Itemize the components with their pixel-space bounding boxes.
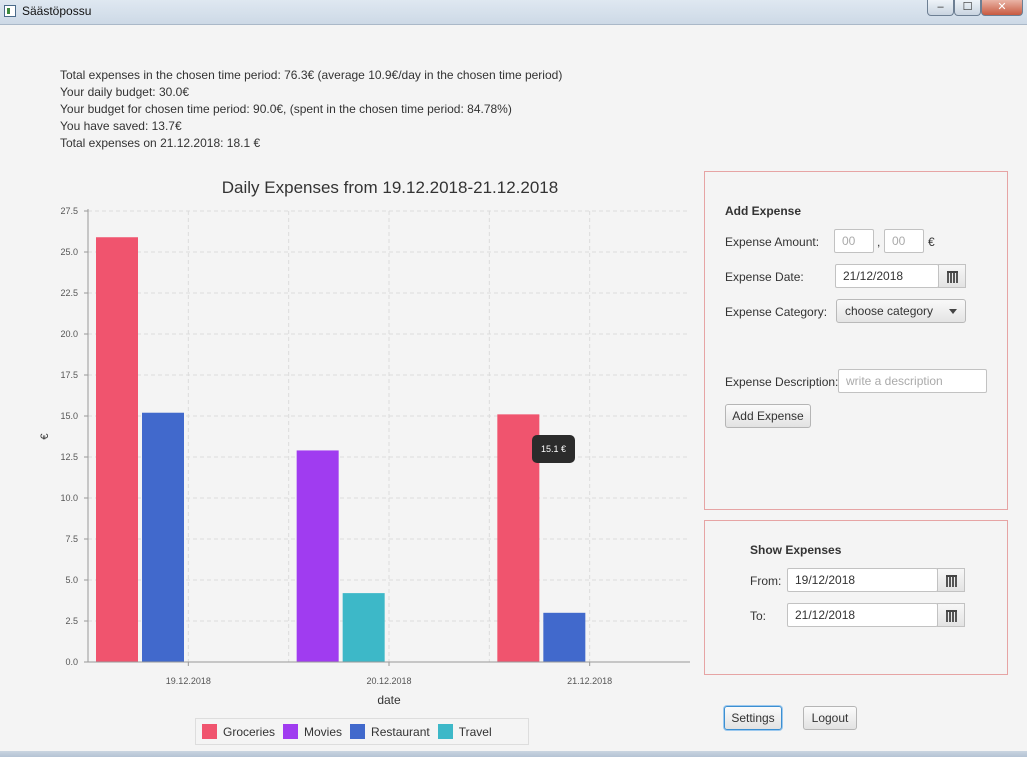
x-tick-label: 19.12.2018: [166, 676, 211, 686]
legend-label-restaurant: Restaurant: [371, 724, 430, 739]
bar-travel-20.12.2018: [342, 593, 385, 662]
legend-item-groceries: Groceries: [202, 724, 275, 739]
app-icon: [4, 5, 16, 17]
expense-description-input[interactable]: write a description: [838, 369, 987, 393]
window-title: Säästöpossu: [22, 4, 92, 18]
legend-item-travel: Travel: [437, 724, 492, 739]
from-date-picker-button[interactable]: [937, 568, 965, 592]
to-date-picker-button[interactable]: [937, 603, 965, 627]
settings-button[interactable]: Settings: [724, 706, 782, 730]
legend-swatch-restaurant: [350, 724, 366, 739]
legend-item-restaurant: Restaurant: [350, 724, 430, 739]
chart-title: Daily Expenses from 19.12.2018-21.12.201…: [221, 178, 559, 197]
summary-total-day: Total expenses on 21.12.2018: 18.1 €: [60, 136, 261, 150]
title-bar: Säästöpossu – ☐ ✕: [0, 0, 1027, 25]
legend-label-travel: Travel: [458, 724, 492, 739]
calendar-icon: [947, 271, 958, 283]
y-tick-label: 5.0: [65, 575, 78, 585]
expense-amount-label: Expense Amount:: [725, 235, 820, 249]
legend-label-groceries: Groceries: [223, 724, 276, 739]
y-tick-label: 22.5: [60, 288, 78, 298]
from-label: From:: [750, 574, 782, 588]
legend-label-movies: Movies: [304, 724, 343, 739]
expense-date-label: Expense Date:: [725, 270, 804, 284]
expense-summary: Total expenses in the chosen time period…: [60, 67, 562, 152]
add-expense-heading: Add Expense: [725, 204, 802, 218]
x-axis-label: date: [377, 693, 401, 707]
x-tick-label: 20.12.2018: [366, 676, 411, 686]
expense-date-picker-button[interactable]: [938, 264, 966, 288]
legend-swatch-groceries: [202, 724, 217, 739]
expense-category-label: Expense Category:: [725, 305, 828, 319]
y-tick-label: 10.0: [60, 493, 78, 503]
expense-category-select[interactable]: choose category: [836, 299, 966, 323]
legend-item-movies: Movies: [283, 724, 342, 739]
y-tick-label: 20.0: [60, 329, 78, 339]
bar-groceries-19.12.2018: [96, 237, 138, 663]
add-expense-button[interactable]: Add Expense: [725, 404, 811, 428]
y-tick-label: 7.5: [65, 534, 78, 544]
expense-category-value: choose category: [845, 304, 934, 318]
expense-date-input[interactable]: 21/12/2018: [835, 264, 939, 288]
show-expenses-heading: Show Expenses: [750, 543, 842, 557]
window-bottom-edge: [0, 751, 1027, 757]
y-tick-label: 25.0: [60, 247, 78, 257]
expense-amount-cents-input[interactable]: 00: [884, 229, 924, 253]
close-button[interactable]: ✕: [981, 0, 1023, 16]
summary-budget-period: Your budget for chosen time period: 90.0…: [60, 102, 512, 116]
bar-tooltip: 15.1 €: [532, 435, 575, 463]
expense-amount-whole-input[interactable]: 00: [834, 229, 874, 253]
expenses-bar-chart: 0.0 2.5 5.0 7.5 10.0 12.5 15.0 17.5 20.0 22.5 25.0…: [39, 206, 690, 707]
minimize-button[interactable]: –: [927, 0, 954, 16]
from-date-input[interactable]: 19/12/2018: [787, 568, 938, 592]
summary-daily-budget: Your daily budget: 30.0€: [60, 85, 189, 99]
maximize-button[interactable]: ☐: [954, 0, 981, 16]
to-date-input[interactable]: 21/12/2018: [787, 603, 938, 627]
summary-total-period: Total expenses in the chosen time period…: [60, 68, 563, 82]
calendar-icon: [946, 575, 957, 587]
x-tick-label: 21.12.2018: [567, 676, 612, 686]
chart-legend: Groceries Movies Restaurant Travel: [195, 718, 529, 745]
y-tick-label: 0.0: [65, 657, 78, 667]
y-tick-label: 15.0: [60, 411, 78, 421]
y-tick-label: 17.5: [60, 370, 78, 380]
y-tick-label: 2.5: [65, 616, 78, 626]
y-axis-label: €: [39, 433, 51, 439]
calendar-icon: [946, 610, 957, 622]
chevron-down-icon: [949, 309, 957, 314]
y-tick-label: 27.5: [60, 206, 78, 216]
legend-swatch-travel: [437, 724, 453, 739]
bar-restaurant-21.12.2018: [543, 612, 586, 662]
expense-description-label: Expense Description:: [725, 375, 839, 389]
to-label: To:: [750, 609, 767, 623]
legend-swatch-movies: [283, 724, 299, 739]
add-expense-panel: Add Expense Expense Amount: 00 , 00 € Ex…: [704, 171, 1008, 510]
logout-button[interactable]: Logout: [803, 706, 857, 730]
bar-restaurant-19.12.2018: [142, 412, 184, 662]
currency-label: €: [928, 235, 935, 249]
bar-movies-20.12.2018: [296, 450, 339, 662]
y-tick-label: 12.5: [60, 452, 78, 462]
show-expenses-panel: Show Expenses From: 19/12/2018 To: 21/12…: [704, 520, 1008, 675]
summary-saved: You have saved: 13.7€: [60, 119, 182, 133]
amount-separator: ,: [877, 235, 881, 249]
